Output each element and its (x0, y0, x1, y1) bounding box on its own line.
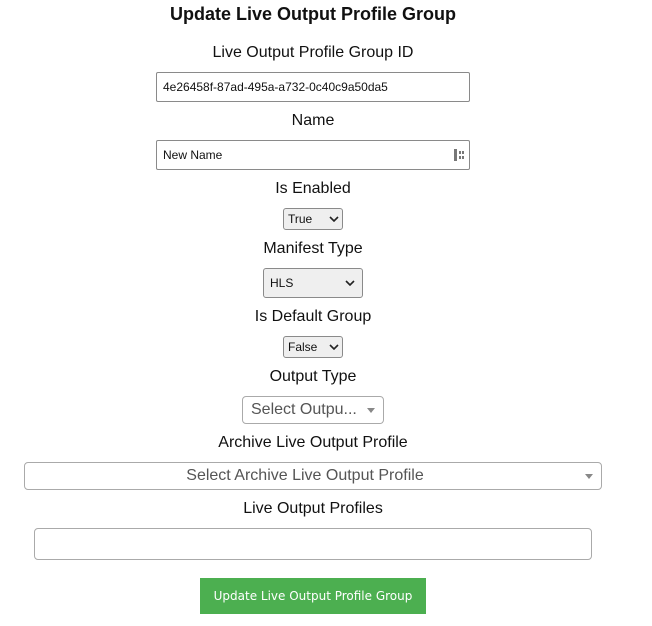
manifest-type-select[interactable]: HLS (263, 268, 363, 298)
update-group-button[interactable]: Update Live Output Profile Group (200, 578, 426, 614)
is-enabled-select[interactable]: True (283, 208, 343, 230)
is-enabled-value: True (288, 212, 313, 226)
manifest-type-label: Manifest Type (263, 240, 363, 257)
password-manager-icon[interactable] (453, 148, 465, 162)
is-default-group-select[interactable]: False (283, 336, 343, 358)
manifest-type-value: HLS (270, 276, 294, 290)
output-type-dropdown[interactable]: Select Outpu... (242, 396, 384, 424)
live-output-profiles-label: Live Output Profiles (243, 500, 383, 517)
output-type-label: Output Type (269, 368, 357, 385)
name-value: New Name (163, 148, 223, 162)
archive-profile-dropdown[interactable]: Select Archive Live Output Profile (24, 462, 602, 490)
is-enabled-label: Is Enabled (275, 180, 351, 197)
chevron-down-icon (342, 280, 358, 286)
is-default-group-label: Is Default Group (254, 308, 372, 325)
chevron-down-icon (326, 344, 342, 350)
output-type-placeholder: Select Outpu... (251, 401, 357, 418)
archive-profile-label: Archive Live Output Profile (218, 434, 408, 451)
triangle-down-icon (367, 407, 375, 413)
chevron-down-icon (326, 216, 342, 222)
name-field[interactable]: New Name (156, 140, 470, 170)
group-id-label: Live Output Profile Group ID (212, 44, 414, 61)
page-title: Update Live Output Profile Group (169, 4, 456, 24)
name-label: Name (291, 112, 335, 129)
archive-profile-placeholder: Select Archive Live Output Profile (186, 467, 424, 484)
is-default-group-value: False (288, 340, 318, 354)
group-id-field[interactable]: 4e26458f-87ad-495a-a732-0c40c9a50da5 (156, 72, 470, 102)
triangle-down-icon (585, 473, 593, 479)
live-output-profiles-multiselect[interactable] (34, 528, 592, 560)
